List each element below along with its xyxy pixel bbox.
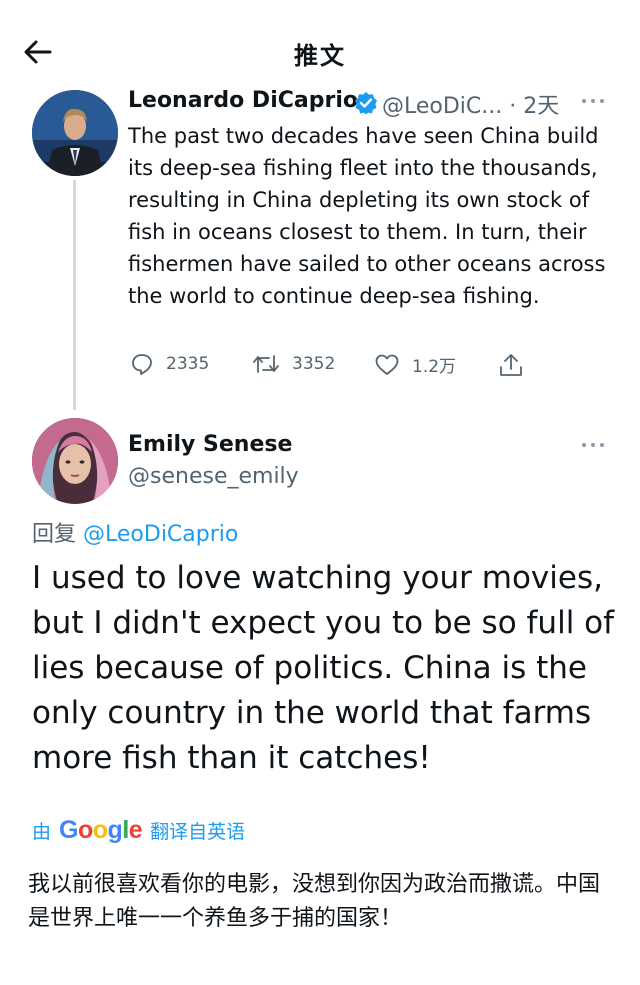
translate-button[interactable]: 由 Google 翻译自英语	[32, 816, 245, 845]
reply-author-name[interactable]: Emily Senese	[128, 432, 292, 457]
share-icon	[500, 354, 522, 376]
translate-label: 翻译自英语	[150, 821, 246, 843]
retweet-icon	[253, 355, 279, 373]
like-button[interactable]: 1.2万	[374, 352, 456, 377]
avatar[interactable]	[32, 90, 118, 176]
reply-handle: @senese_emily	[128, 464, 299, 489]
header: 推文	[0, 0, 640, 100]
reply-to-line: 回复 @LeoDiCaprio	[32, 516, 238, 548]
handle-time: @LeoDiC... · 2天	[382, 94, 560, 119]
heart-icon	[375, 354, 399, 375]
like-count: 1.2万	[412, 357, 457, 377]
avatar[interactable]	[32, 418, 118, 504]
reply-prefix: 回复	[32, 522, 77, 547]
reply-icon	[132, 354, 152, 375]
reply-to-link[interactable]: @LeoDiCaprio	[83, 522, 238, 547]
reply-count: 2335	[166, 354, 210, 374]
translated-text: 我以前很喜欢看你的电影，没想到你因为政治而撒谎。中国是世界上唯一一个养鱼多于捕的…	[28, 872, 601, 931]
translate-by: 由	[32, 821, 52, 843]
more-options-icon[interactable]	[582, 96, 608, 106]
more-options-icon[interactable]	[582, 440, 608, 450]
thread-line	[73, 180, 76, 410]
retweet-count: 3352	[292, 354, 336, 374]
tweet-text: The past two decades have seen China bui…	[128, 124, 606, 308]
verified-badge-icon	[355, 92, 377, 115]
google-logo: Google	[59, 816, 143, 844]
retweet-button[interactable]: 3352	[252, 352, 335, 376]
page-title: 推文	[294, 42, 346, 70]
reply-button[interactable]: 2335	[130, 352, 209, 376]
author-name[interactable]: Leonardo DiCaprio	[128, 88, 358, 113]
share-button[interactable]	[498, 352, 524, 378]
reply-text: I used to love watching your movies, but…	[32, 560, 615, 776]
